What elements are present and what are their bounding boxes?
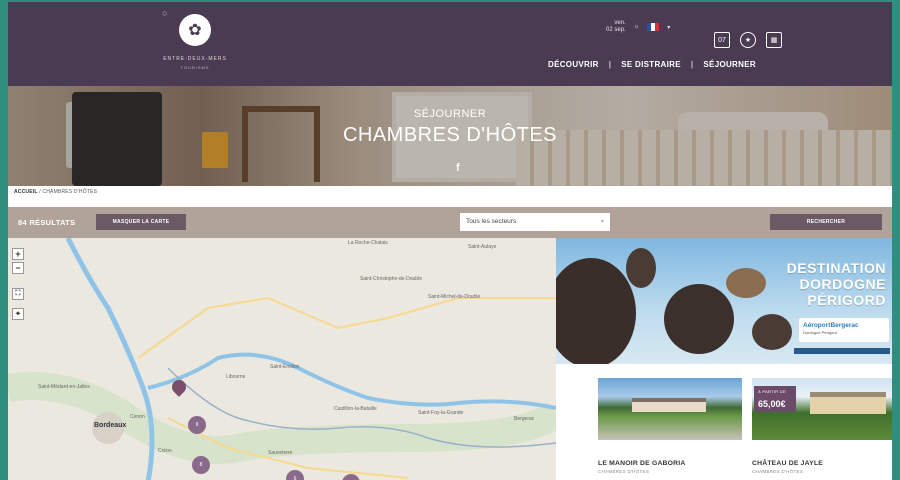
header-utilities: ven. 02 sep. ☼ ▾ (606, 20, 670, 34)
site-logo[interactable]: ○ ✿ ENTRE-DEUX-MERS TOURISME (150, 8, 240, 70)
map-place: Saint-Médard-en-Jalles (38, 384, 90, 390)
map-place: Saint-Émilion (270, 364, 300, 370)
listing-card[interactable]: LE MANOIR DE GABORIA CHAMBRES D'HÔTES (598, 378, 742, 480)
banner-headline-2: DORDOGNE (799, 276, 886, 292)
locate-icon[interactable]: ⌖ (12, 308, 24, 320)
goose-image-icon (556, 258, 636, 364)
header-icons: 07 ★ ▦ (714, 32, 782, 48)
hat-image-icon (726, 268, 766, 298)
listing-building-icon (810, 392, 886, 414)
map-place: Cenon (130, 414, 145, 420)
zoom-in-button[interactable]: + (12, 248, 24, 260)
listing-building-icon (632, 398, 706, 412)
zoom-out-button[interactable]: − (12, 262, 24, 274)
page: ○ ✿ ENTRE-DEUX-MERS TOURISME ven. 02 sep… (0, 0, 900, 480)
weather-icon: ☼ (633, 24, 640, 30)
language-flag-icon[interactable] (647, 23, 660, 31)
map-place: Libourne (226, 374, 246, 380)
goose-image-icon (752, 314, 792, 350)
nav-se-distraire[interactable]: SE DISTRAIRE (621, 60, 681, 69)
map-place: Castillon-la-Bataille (334, 406, 377, 412)
listing-image (598, 378, 742, 440)
map-place: Bergerac (514, 416, 535, 422)
map-place: Sauveterre (268, 450, 293, 456)
listing-card[interactable]: À PARTIR DE 65,00€ CHÂTEAU DE JAYLE CHAM… (752, 378, 892, 480)
listing-cards: LE MANOIR DE GABORIA CHAMBRES D'HÔTES À … (556, 364, 892, 480)
listing-image: À PARTIR DE 65,00€ (752, 378, 892, 440)
map-cluster[interactable]: 8 (192, 456, 210, 474)
map-place: Saint-Michel-de-Double (428, 294, 481, 300)
main-nav: DÉCOUVRIR | SE DISTRAIRE | SÉJOURNER (548, 60, 756, 69)
logo-ornament-icon: ○ (162, 8, 168, 18)
map-place: Saint-Foy-la-Grande (418, 410, 464, 416)
map[interactable]: + − ⛶ ⌖ La Roche-Chalais Saint-Aulaye Sa… (8, 238, 556, 480)
hero-banner: SÉJOURNER CHAMBRES D'HÔTES f (8, 86, 892, 186)
breadcrumb-separator: / (39, 189, 41, 195)
breadcrumb-current: CHAMBRES D'HÔTES (42, 189, 98, 195)
sector-select[interactable]: Tous les secteurs ▾ (460, 213, 610, 231)
promo-banner[interactable]: DESTINATION DORDOGNE PÉRIGORD AéroportBe… (556, 238, 892, 364)
map-cluster[interactable]: 9 (188, 416, 206, 434)
award-icon[interactable]: ★ (740, 32, 756, 48)
banner-headline-3: PÉRIGORD (807, 292, 886, 308)
logo-name: ENTRE-DEUX-MERS (163, 56, 227, 62)
logo-sub: TOURISME (180, 65, 210, 70)
map-place: Saint-Aulaye (468, 244, 497, 250)
listing-title[interactable]: CHÂTEAU DE JAYLE (752, 460, 892, 467)
listing-type: CHAMBRES D'HÔTES (598, 469, 650, 474)
airport-name: AéroportBergerac (803, 322, 859, 329)
chevron-down-icon: ▾ (600, 219, 604, 225)
facebook-icon[interactable]: f (456, 162, 460, 174)
results-count: 84 RÉSULTATS (18, 218, 76, 227)
airport-sub: Dordogne Périgord (803, 330, 837, 335)
listing-title[interactable]: LE MANOIR DE GABORIA (598, 460, 742, 467)
listing-type: CHAMBRES D'HÔTES (752, 469, 804, 474)
nav-sejourner[interactable]: SÉJOURNER (703, 60, 756, 69)
fullscreen-icon[interactable]: ⛶ (12, 288, 24, 300)
nav-separator: | (608, 60, 612, 69)
hero-kicker: SÉJOURNER (413, 108, 487, 120)
site-header: ○ ✿ ENTRE-DEUX-MERS TOURISME ven. 02 sep… (8, 2, 892, 86)
sector-selected: Tous les secteurs (466, 218, 517, 225)
date-day: 02 sep. (606, 27, 626, 33)
banner-headline-1: DESTINATION (786, 260, 886, 276)
search-button[interactable]: RECHERCHER (770, 214, 882, 230)
breadcrumb-home[interactable]: ACCUEIL (14, 189, 38, 195)
goose-image-icon (664, 284, 734, 354)
chevron-down-icon[interactable]: ▾ (667, 24, 670, 31)
calendar-icon[interactable]: 07 (714, 32, 730, 48)
building-icon[interactable]: ▦ (766, 32, 782, 48)
price-value: 65,00€ (758, 399, 786, 409)
airport-logo: AéroportBergerac Dordogne Périgord (799, 318, 889, 342)
map-place: La Roche-Chalais (348, 240, 388, 246)
current-date: ven. 02 sep. (606, 20, 626, 34)
breadcrumb: ACCUEIL / CHAMBRES D'HÔTES (14, 189, 97, 195)
hide-map-button[interactable]: MASQUER LA CARTE (96, 214, 186, 230)
map-place: Saint-Christophe-de-Double (360, 276, 422, 282)
logo-emblem-icon: ✿ (179, 14, 211, 46)
calendar-day: 07 (718, 36, 726, 44)
price-label: À PARTIR DE (758, 389, 787, 394)
map-canvas (8, 238, 556, 480)
nav-separator: | (690, 60, 694, 69)
nav-decouvrir[interactable]: DÉCOUVRIR (548, 60, 599, 69)
date-weekday: ven. (614, 20, 626, 26)
page-title: CHAMBRES D'HÔTES (342, 124, 558, 146)
map-city-label: Bordeaux (94, 422, 127, 429)
filter-bar: 84 RÉSULTATS MASQUER LA CARTE Tous les s… (8, 207, 892, 238)
goose-image-icon (626, 248, 656, 288)
price-badge: À PARTIR DE 65,00€ (754, 386, 796, 412)
banner-footer-strip (794, 348, 890, 354)
map-place: Créon (158, 448, 172, 454)
